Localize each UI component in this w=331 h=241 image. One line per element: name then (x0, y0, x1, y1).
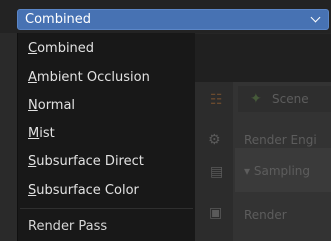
menu-item-label: Ambient Occlusion (28, 70, 150, 85)
output-properties-icon: ▤ (210, 164, 224, 180)
scene-label: Scene (272, 92, 309, 106)
menu-item-subsurface-direct[interactable]: Subsurface Direct (28, 152, 144, 172)
scene-icon: ✦ (250, 91, 262, 107)
menu-title: Render Pass (28, 219, 108, 234)
render-pass-menu: Combined Ambient Occlusion Normal Mist S… (17, 33, 195, 241)
view-layer-icon: ▣ (209, 205, 223, 221)
selected-value: Combined (25, 12, 92, 27)
menu-item-combined[interactable]: Combined (28, 39, 94, 59)
menu-item-subsurface-color[interactable]: Subsurface Color (28, 181, 139, 201)
render-pass-select[interactable]: Combined (17, 9, 329, 30)
render-properties-icon: ⚙ (208, 132, 221, 148)
tool-properties-icon: ☷ (210, 92, 223, 108)
render-engine-label: Render Engi (244, 133, 317, 147)
menu-item-ambient-occlusion[interactable]: Ambient Occlusion (28, 68, 150, 88)
menu-item-label: Combined (28, 41, 95, 56)
chevron-down-icon (310, 12, 321, 23)
menu-item-normal[interactable]: Normal (28, 96, 75, 116)
render-pass-dropdown: Combined (0, 0, 331, 33)
sampling-label: ▾ Sampling (244, 164, 311, 178)
menu-item-mist[interactable]: Mist (28, 124, 55, 144)
menu-item-label: Subsurface Color (28, 183, 139, 198)
render-label: Render (244, 208, 287, 222)
properties-header (195, 34, 331, 82)
menu-item-label: Subsurface Direct (28, 154, 144, 169)
menu-item-label: Mist (28, 126, 55, 141)
menu-separator (20, 208, 193, 209)
menu-item-label: Normal (28, 98, 76, 113)
